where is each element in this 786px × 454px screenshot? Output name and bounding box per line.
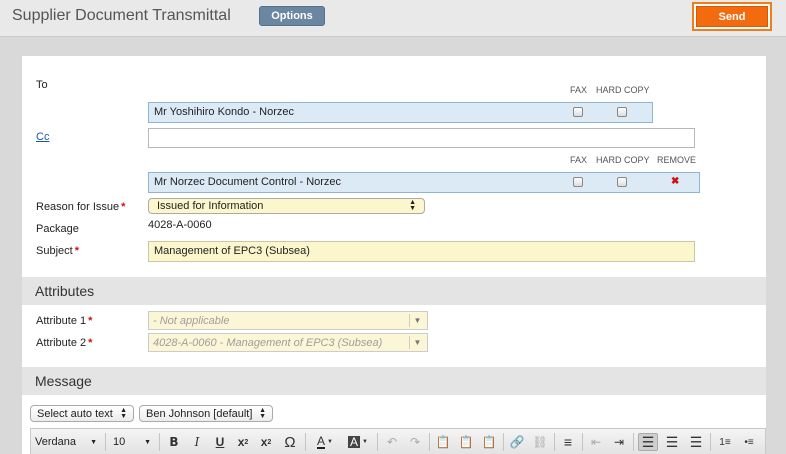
attribute-1-label: Attribute 1 * [36,315,92,327]
form-panel: To FAX HARD COPY Mr Yoshihiro Kondo - No… [22,56,766,454]
to-hardcopy-header: HARD COPY [596,85,650,95]
attribute-2-value: 4028-A-0060 - Management of EPC3 (Subsea… [153,336,383,349]
underline-icon[interactable]: U [211,433,229,451]
signature-select[interactable]: Ben Johnson [default] ▲ ▼ [139,405,273,422]
unlink-icon[interactable]: ⛓ [531,433,549,451]
toolbar-separator [503,433,504,451]
auto-text-value: Select auto text [37,407,113,420]
font-size-dropdown[interactable]: 10 ▼ [109,432,155,452]
signature-value: Ben Johnson [default] [146,407,253,420]
bg-color-icon[interactable]: A ▼ [344,433,372,451]
subject-input[interactable]: Management of EPC3 (Subsea) [148,241,695,262]
remove-icon[interactable]: ✖ [671,176,679,187]
reason-select[interactable]: Issued for Information ▲ ▼ [148,198,425,214]
subject-label: Subject * [36,245,79,257]
cc-hardcopy-checkbox[interactable] [617,177,627,187]
attributes-section-header: Attributes [22,277,766,305]
reason-select-value: Issued for Information [157,200,264,212]
to-fax-header: FAX [570,85,588,95]
top-bar: Supplier Document Transmittal Options Se… [0,0,786,37]
indent-icon[interactable]: ⇥ [610,433,628,451]
to-label: To [36,79,48,91]
ordered-list-icon[interactable]: 1≡ [715,433,735,451]
italic-icon[interactable]: I [188,433,206,451]
required-marker: * [88,337,93,349]
to-fax-checkbox[interactable] [573,107,583,117]
dropdown-arrow-icon[interactable]: ▼ [409,336,425,349]
select-arrows-icon: ▲ ▼ [259,406,266,420]
toolbar-separator [710,433,711,451]
cc-recipient-name: Mr Norzec Document Control - Norzec [154,176,342,188]
font-size-value: 10 [113,436,126,448]
select-arrows-icon: ▲ ▼ [409,199,416,212]
paste-word-icon[interactable]: 📋 [480,433,498,451]
subject-label-text: Subject [36,245,73,257]
redo-icon[interactable]: ↷ [406,433,424,451]
undo-icon[interactable]: ↶ [383,433,401,451]
select-arrows-icon: ▲ ▼ [120,406,127,420]
cc-remove-header: REMOVE [657,155,697,165]
toolbar-separator [105,433,106,451]
toolbar-separator [377,433,378,451]
paste-text-icon[interactable]: 📋 [457,433,475,451]
auto-text-select[interactable]: Select auto text ▲ ▼ [30,405,134,422]
cc-fax-checkbox[interactable] [573,177,583,187]
required-marker: * [74,245,79,257]
dropdown-arrow-icon[interactable]: ▼ [409,314,425,327]
send-button[interactable]: Send [696,6,768,27]
send-button-frame: Send [692,2,772,31]
horizontal-rule-icon[interactable]: ≡ [559,433,577,451]
to-hardcopy-checkbox[interactable] [617,107,627,117]
font-family-dropdown[interactable]: Verdana ▼ [31,432,101,452]
attribute-2-combo[interactable]: 4028-A-0060 - Management of EPC3 (Subsea… [148,333,428,352]
cc-link[interactable]: Cc [36,131,49,143]
toolbar-separator [582,433,583,451]
align-left-icon[interactable]: ☰ [638,433,658,451]
unordered-list-icon[interactable]: •≡ [739,433,759,451]
superscript-icon[interactable]: x2 [257,433,275,451]
toolbar-separator [554,433,555,451]
text-color-icon[interactable]: A ▼ [311,433,339,451]
attribute-1-label-text: Attribute 1 [36,315,87,327]
page-title: Supplier Document Transmittal [12,7,231,24]
message-section-header: Message [22,367,766,395]
paste-icon[interactable]: 📋 [434,433,452,451]
reason-label: Reason for Issue * [36,201,125,213]
link-icon[interactable]: 🔗 [508,433,526,451]
omega-icon[interactable]: Ω [281,433,299,451]
align-center-icon[interactable]: ☰ [662,433,682,451]
toolbar-separator [159,433,160,451]
outdent-icon[interactable]: ⇤ [587,433,605,451]
toolbar-separator [633,433,634,451]
toolbar-separator [305,433,306,451]
editor-toolbar: Verdana ▼ 10 ▼ B I U x2 x2 Ω A ▼ A ▼ ↶ ↷ 📋… [30,428,766,454]
package-label: Package [36,223,79,235]
cc-fax-header: FAX [570,155,588,165]
reason-label-text: Reason for Issue [36,201,120,213]
chevron-down-icon: ▼ [144,438,151,446]
to-recipient-name: Mr Yoshihiro Kondo - Norzec [154,106,295,118]
attribute-1-combo[interactable]: - Not applicable ▼ [148,311,428,330]
chevron-down-icon: ▼ [90,438,97,446]
required-marker: * [121,201,126,213]
toolbar-separator [429,433,430,451]
cc-input[interactable] [148,128,695,148]
cc-hardcopy-header: HARD COPY [596,155,650,165]
align-right-icon[interactable]: ☰ [686,433,706,451]
required-marker: * [88,315,93,327]
subscript-icon[interactable]: x2 [234,433,252,451]
bold-icon[interactable]: B [165,433,183,451]
package-value: 4028-A-0060 [148,219,212,231]
attribute-2-label: Attribute 2 * [36,337,92,349]
attribute-2-label-text: Attribute 2 [36,337,87,349]
font-family-value: Verdana [35,436,76,448]
options-button[interactable]: Options [259,6,325,26]
attribute-1-value: - Not applicable [153,314,230,327]
